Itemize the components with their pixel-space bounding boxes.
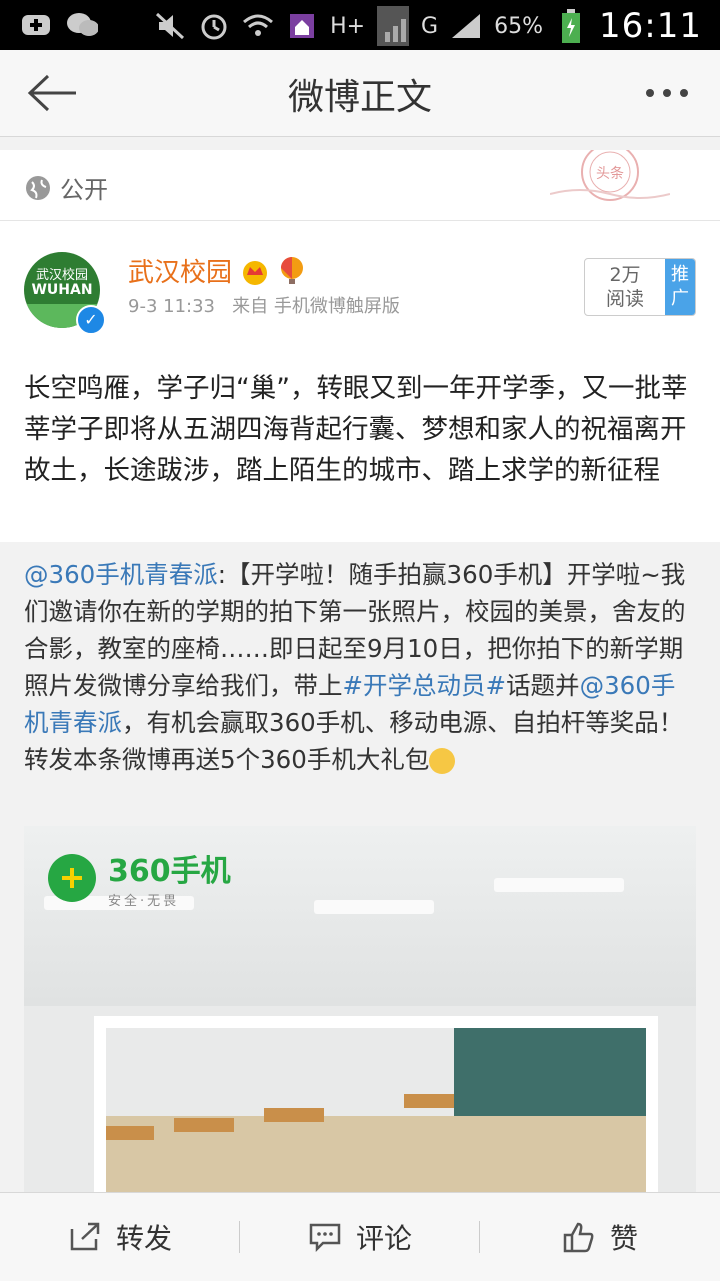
mention-link[interactable]: @360手机青春派 <box>24 560 218 589</box>
signal-icon <box>377 6 410 46</box>
read-count: 2万 阅读 <box>585 259 665 315</box>
crown-badge-icon[interactable] <box>240 257 270 285</box>
image-light <box>494 878 624 892</box>
battery-icon <box>555 9 587 43</box>
dot-icon <box>663 89 671 97</box>
brand-logo: 360手机 安全·无畏 <box>48 846 231 909</box>
promote-text: 推广 <box>665 263 695 311</box>
action-bar: 转发 评论 赞 <box>0 1192 720 1281</box>
signal-bars-icon <box>450 11 482 41</box>
post-text: 长空鸣雁，学子归“巢”，转眼又到一年开学季，又一批莘莘学子即将从五湖四海背起行囊… <box>24 373 688 486</box>
post-source: 来自 手机微博触屏版 <box>232 296 400 317</box>
promote-label[interactable]: 推广 <box>665 259 695 315</box>
read-count-badge[interactable]: 2万 阅读 推广 <box>584 258 696 316</box>
comment-label: 评论 <box>355 1222 412 1255</box>
title-bar: 微博正文 <box>0 50 720 137</box>
more-button[interactable] <box>646 78 698 108</box>
author-name-row[interactable]: 武汉校园 <box>128 252 306 289</box>
read-count-label: 阅读 <box>605 288 644 310</box>
headline-stamp: 头条 <box>549 143 671 218</box>
alarm-icon <box>198 11 230 41</box>
balloon-badge-icon[interactable] <box>278 256 306 286</box>
author-name[interactable]: 武汉校园 <box>128 252 232 289</box>
privacy-label: 公开 <box>24 170 108 205</box>
post-meta: 9-3 11:33 来自 手机微博触屏版 <box>128 292 400 318</box>
add-notification-icon <box>20 10 52 40</box>
post-card: 公开 头条 武汉校园 WUHAN ✓ 武汉校园 9-3 11:33 来自 手机微… <box>0 143 720 1192</box>
promote-char: 广 <box>671 288 689 309</box>
post-image[interactable]: 360手机 安全·无畏 <box>24 826 696 1192</box>
share-icon <box>70 1222 100 1251</box>
stamp-text: 头条 <box>596 165 624 182</box>
hashtag-link[interactable]: #开学总动员# <box>343 671 507 700</box>
battery-percent: 65% <box>494 13 544 39</box>
like-label: 赞 <box>609 1222 638 1255</box>
verified-badge-icon: ✓ <box>76 305 106 335</box>
image-light <box>314 900 434 914</box>
plus-logo-icon <box>48 853 96 902</box>
repost-text-part: 话题并 <box>506 671 580 700</box>
like-button[interactable]: 赞 <box>480 1193 720 1281</box>
thumbs-up-icon <box>563 1222 594 1253</box>
mute-icon <box>154 11 186 41</box>
wifi-icon <box>242 11 274 41</box>
brand-name: 360手机 <box>108 854 231 889</box>
status-bar: H+ G 65% 16:11 <box>0 0 720 50</box>
dot-icon <box>680 89 688 97</box>
reposted-content[interactable]: @360手机青春派:【开学啦！随手拍赢360手机】开学啦~我们邀请你在新的学期的… <box>0 542 720 1192</box>
repost-label: 转发 <box>115 1222 172 1255</box>
globe-icon <box>26 175 50 200</box>
read-count-number: 2万 <box>609 264 641 286</box>
privacy-text: 公开 <box>60 176 108 204</box>
dot-icon <box>646 89 654 97</box>
clock: 16:11 <box>599 6 702 46</box>
comment-button[interactable]: 评论 <box>240 1193 480 1281</box>
page-title: 微博正文 <box>287 77 432 118</box>
repost-button[interactable]: 转发 <box>0 1193 240 1281</box>
grin-emoji-icon <box>429 748 456 774</box>
network-type-text: H+ <box>330 13 366 39</box>
comment-icon <box>309 1223 341 1253</box>
promote-char: 推 <box>671 264 689 285</box>
network-type-text-2: G <box>421 13 439 39</box>
divider <box>0 220 720 221</box>
repost-text: @360手机青春派:【开学啦！随手拍赢360手机】开学啦~我们邀请你在新的学期的… <box>24 556 696 778</box>
repost-text-part: ，有机会赢取360手机、移动电源、自拍杆等奖品！转发本条微博再送5个360手机大… <box>24 708 684 774</box>
image-frame <box>94 1016 658 1192</box>
avatar-text: 武汉校园 <box>35 268 88 283</box>
brand-slogan: 安全·无畏 <box>108 894 180 909</box>
wechat-icon <box>66 10 98 40</box>
home-app-icon <box>286 11 318 41</box>
post-time: 9-3 11:33 <box>128 296 215 317</box>
avatar-text-en: WUHAN <box>31 282 93 298</box>
